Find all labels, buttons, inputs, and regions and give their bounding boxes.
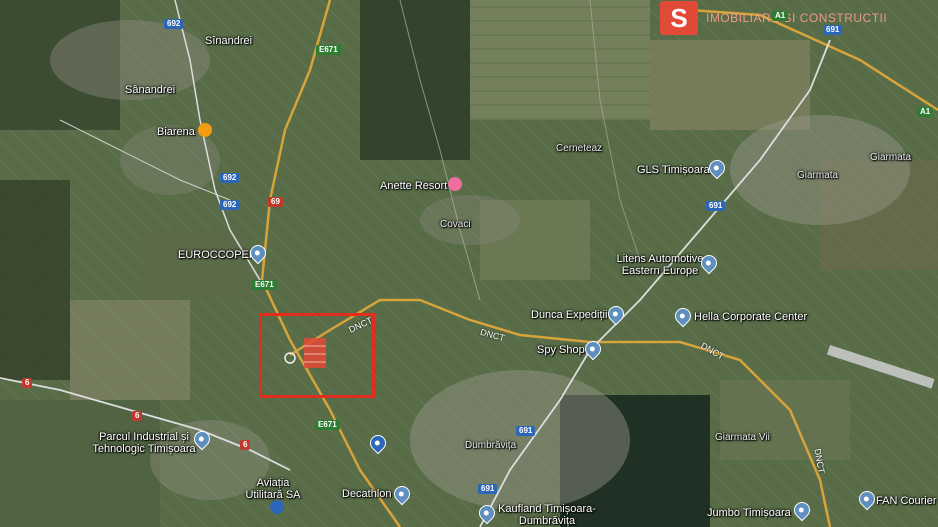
road-shield-a1: A1 <box>772 11 789 21</box>
restaurant-icon[interactable] <box>198 123 212 137</box>
road-shield-e671: E671 <box>252 280 277 290</box>
brand-logo-mark: S <box>660 1 698 35</box>
road-shield-691: 691 <box>823 25 843 35</box>
place-label: Covaci <box>440 219 471 230</box>
place-label: FAN Courier <box>876 495 937 507</box>
place-label: Spy Shop <box>537 344 585 356</box>
place-label: Sânandrei <box>125 84 176 96</box>
place-label: Aviația Utilitară SA <box>245 477 301 501</box>
place-label: Jumbo Timișoara <box>707 507 791 519</box>
road-shield-691: 691 <box>478 484 498 494</box>
road-shield-692: 692 <box>220 173 240 183</box>
place-label: Biarena <box>157 126 195 138</box>
place-label: GLS Timișoara <box>637 164 710 176</box>
road-shield-691: 691 <box>516 426 536 436</box>
road-shield-e671: E671 <box>316 45 341 55</box>
place-label: Anette Resort <box>380 180 448 192</box>
place-label: Decathlon <box>342 488 392 500</box>
road-shield-a1: A1 <box>917 107 934 117</box>
road-shield-692: 692 <box>164 19 184 29</box>
road-shield-e671: E671 <box>315 420 340 430</box>
place-label: Hella Corporate Center <box>694 311 808 323</box>
place-label: Parcul Industrial și Tehnologic Timișoar… <box>92 431 196 455</box>
place-label: Dunca Expediții <box>531 309 608 321</box>
airport-icon[interactable] <box>270 500 284 514</box>
place-label: Giarmata Vii <box>715 432 770 443</box>
hotel-icon[interactable] <box>448 177 462 191</box>
place-label: Giarmata <box>870 152 912 163</box>
place-label: Sînandrei <box>205 35 253 47</box>
road-shield-691: 691 <box>706 201 726 211</box>
place-label: Giarmata <box>797 170 839 181</box>
road-shield-6: 6 <box>240 440 251 450</box>
road-shield-6: 6 <box>22 378 33 388</box>
road-shield-69: 69 <box>268 197 283 207</box>
place-label: Dumbrăvița <box>465 440 517 451</box>
brand-logo-text: IMOBILIARE SI CONSTRUCTII <box>706 11 888 25</box>
place-label: Litens Automotive Eastern Europe <box>616 253 704 277</box>
place-label: Kaufland Timișoara-Dumbrăvița <box>498 503 596 527</box>
place-label: Cerneteaz <box>556 143 603 154</box>
road-shield-6: 6 <box>132 411 143 421</box>
road-shield-692: 692 <box>220 200 240 210</box>
place-label: EUROCCOPER <box>178 249 257 261</box>
